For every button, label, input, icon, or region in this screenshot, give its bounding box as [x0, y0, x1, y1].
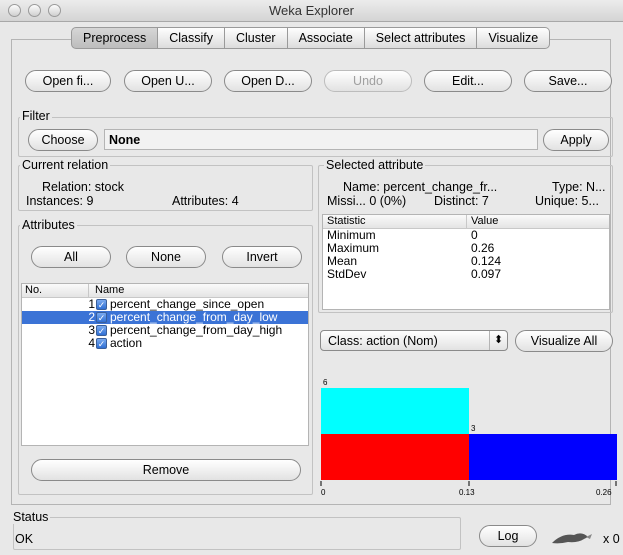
choose-filter-button[interactable]: Choose: [28, 129, 98, 151]
class-select[interactable]: Class: action (Nom) ⬍: [320, 330, 508, 351]
col-value-header[interactable]: Value: [466, 215, 498, 229]
relation-name: Relation: stock: [42, 180, 124, 194]
open-file-button[interactable]: Open fi...: [25, 70, 111, 92]
remove-attributes-button[interactable]: Remove: [31, 459, 301, 481]
weka-bird-icon[interactable]: [550, 529, 600, 547]
selected-attribute-unique: Unique: 5...: [535, 194, 599, 208]
histogram-canvas: [320, 388, 617, 486]
zoom-window-button[interactable]: [48, 4, 61, 17]
col-name-header[interactable]: Name: [88, 284, 124, 298]
attributes-table: No. Name 1 ✓ percent_change_since_open 2…: [21, 283, 309, 446]
selected-attribute-distinct: Distinct: 7: [434, 194, 489, 208]
histogram-bar-segment: [321, 388, 469, 434]
statistics-table-header: Statistic Value: [323, 215, 609, 229]
attributes-table-header: No. Name: [22, 284, 308, 298]
bar-count-label: 6: [323, 378, 328, 387]
apply-filter-button[interactable]: Apply: [543, 129, 609, 151]
close-window-button[interactable]: [8, 4, 21, 17]
table-row: StdDev 0.097: [323, 268, 609, 281]
select-all-button[interactable]: All: [31, 246, 111, 268]
undo-button[interactable]: Undo: [324, 70, 412, 92]
tab-select-attributes[interactable]: Select attributes: [364, 27, 478, 49]
dropdown-arrows-icon: ⬍: [489, 331, 507, 350]
status-title: Status: [11, 510, 51, 524]
class-select-value: Class: action (Nom): [328, 334, 438, 348]
open-url-button[interactable]: Open U...: [124, 70, 212, 92]
col-no-header[interactable]: No.: [25, 284, 42, 297]
select-none-button[interactable]: None: [126, 246, 206, 268]
tab-cluster[interactable]: Cluster: [225, 27, 288, 49]
tab-preprocess[interactable]: Preprocess: [71, 27, 159, 49]
axis-tick-label: 0: [321, 488, 326, 497]
tab-bar: Preprocess Classify Cluster Associate Se…: [71, 27, 551, 49]
attributes-count: Attributes: 4: [172, 194, 239, 208]
status-text: OK: [15, 532, 34, 546]
minimize-window-button[interactable]: [28, 4, 41, 17]
save-button[interactable]: Save...: [524, 70, 612, 92]
statistics-table: Statistic Value Minimum 0 Maximum 0.26 M…: [322, 214, 610, 310]
window-title: Weka Explorer: [268, 3, 354, 18]
task-count: x 0: [603, 532, 620, 546]
tab-associate[interactable]: Associate: [287, 27, 365, 49]
instances-count: Instances: 9: [26, 194, 94, 208]
filter-title: Filter: [20, 109, 52, 123]
bar-count-label: 3: [471, 424, 476, 433]
checkbox-icon[interactable]: ✓: [96, 312, 107, 323]
checkbox-icon[interactable]: ✓: [96, 325, 107, 336]
class-histogram: 6 3 0 0.13 0.26: [318, 365, 617, 500]
visualize-all-button[interactable]: Visualize All: [515, 330, 613, 352]
invert-selection-button[interactable]: Invert: [222, 246, 302, 268]
filter-field[interactable]: None: [104, 129, 538, 150]
current-relation-title: Current relation: [20, 158, 111, 172]
table-row[interactable]: 3 ✓ percent_change_from_day_high: [22, 324, 308, 337]
selected-attribute-title: Selected attribute: [324, 158, 426, 172]
statistic-value: 0.097: [471, 267, 502, 281]
histogram-bar-segment: [321, 434, 469, 480]
log-button[interactable]: Log: [479, 525, 537, 547]
table-row[interactable]: 4 ✓ action: [22, 337, 308, 350]
selected-attribute-type: Type: N...: [552, 180, 606, 194]
row-number: 4: [88, 336, 95, 350]
checkbox-icon[interactable]: ✓: [96, 338, 107, 349]
axis-tick-label: 0.13: [459, 488, 475, 497]
attribute-name: action: [110, 336, 143, 350]
axis-tick-label: 0.26: [596, 488, 612, 497]
selected-attribute-missing: Missi... 0 (0%): [327, 194, 407, 208]
attributes-title: Attributes: [20, 218, 77, 232]
attributes-rows: 1 ✓ percent_change_since_open 2 ✓ percen…: [22, 298, 308, 350]
histogram-bar-segment: [469, 434, 617, 480]
title-bar: Weka Explorer: [0, 0, 623, 22]
tab-classify[interactable]: Classify: [158, 27, 225, 49]
status-group: [13, 517, 461, 550]
edit-button[interactable]: Edit...: [424, 70, 512, 92]
open-db-button[interactable]: Open D...: [224, 70, 312, 92]
tab-visualize[interactable]: Visualize: [477, 27, 551, 49]
col-statistic-header[interactable]: Statistic: [327, 215, 366, 228]
checkbox-icon[interactable]: ✓: [96, 299, 107, 310]
filter-value: None: [109, 133, 141, 147]
statistic-name: StdDev: [327, 267, 367, 281]
table-row: Maximum 0.26: [323, 242, 609, 255]
selected-attribute-name: Name: percent_change_fr...: [343, 180, 498, 194]
